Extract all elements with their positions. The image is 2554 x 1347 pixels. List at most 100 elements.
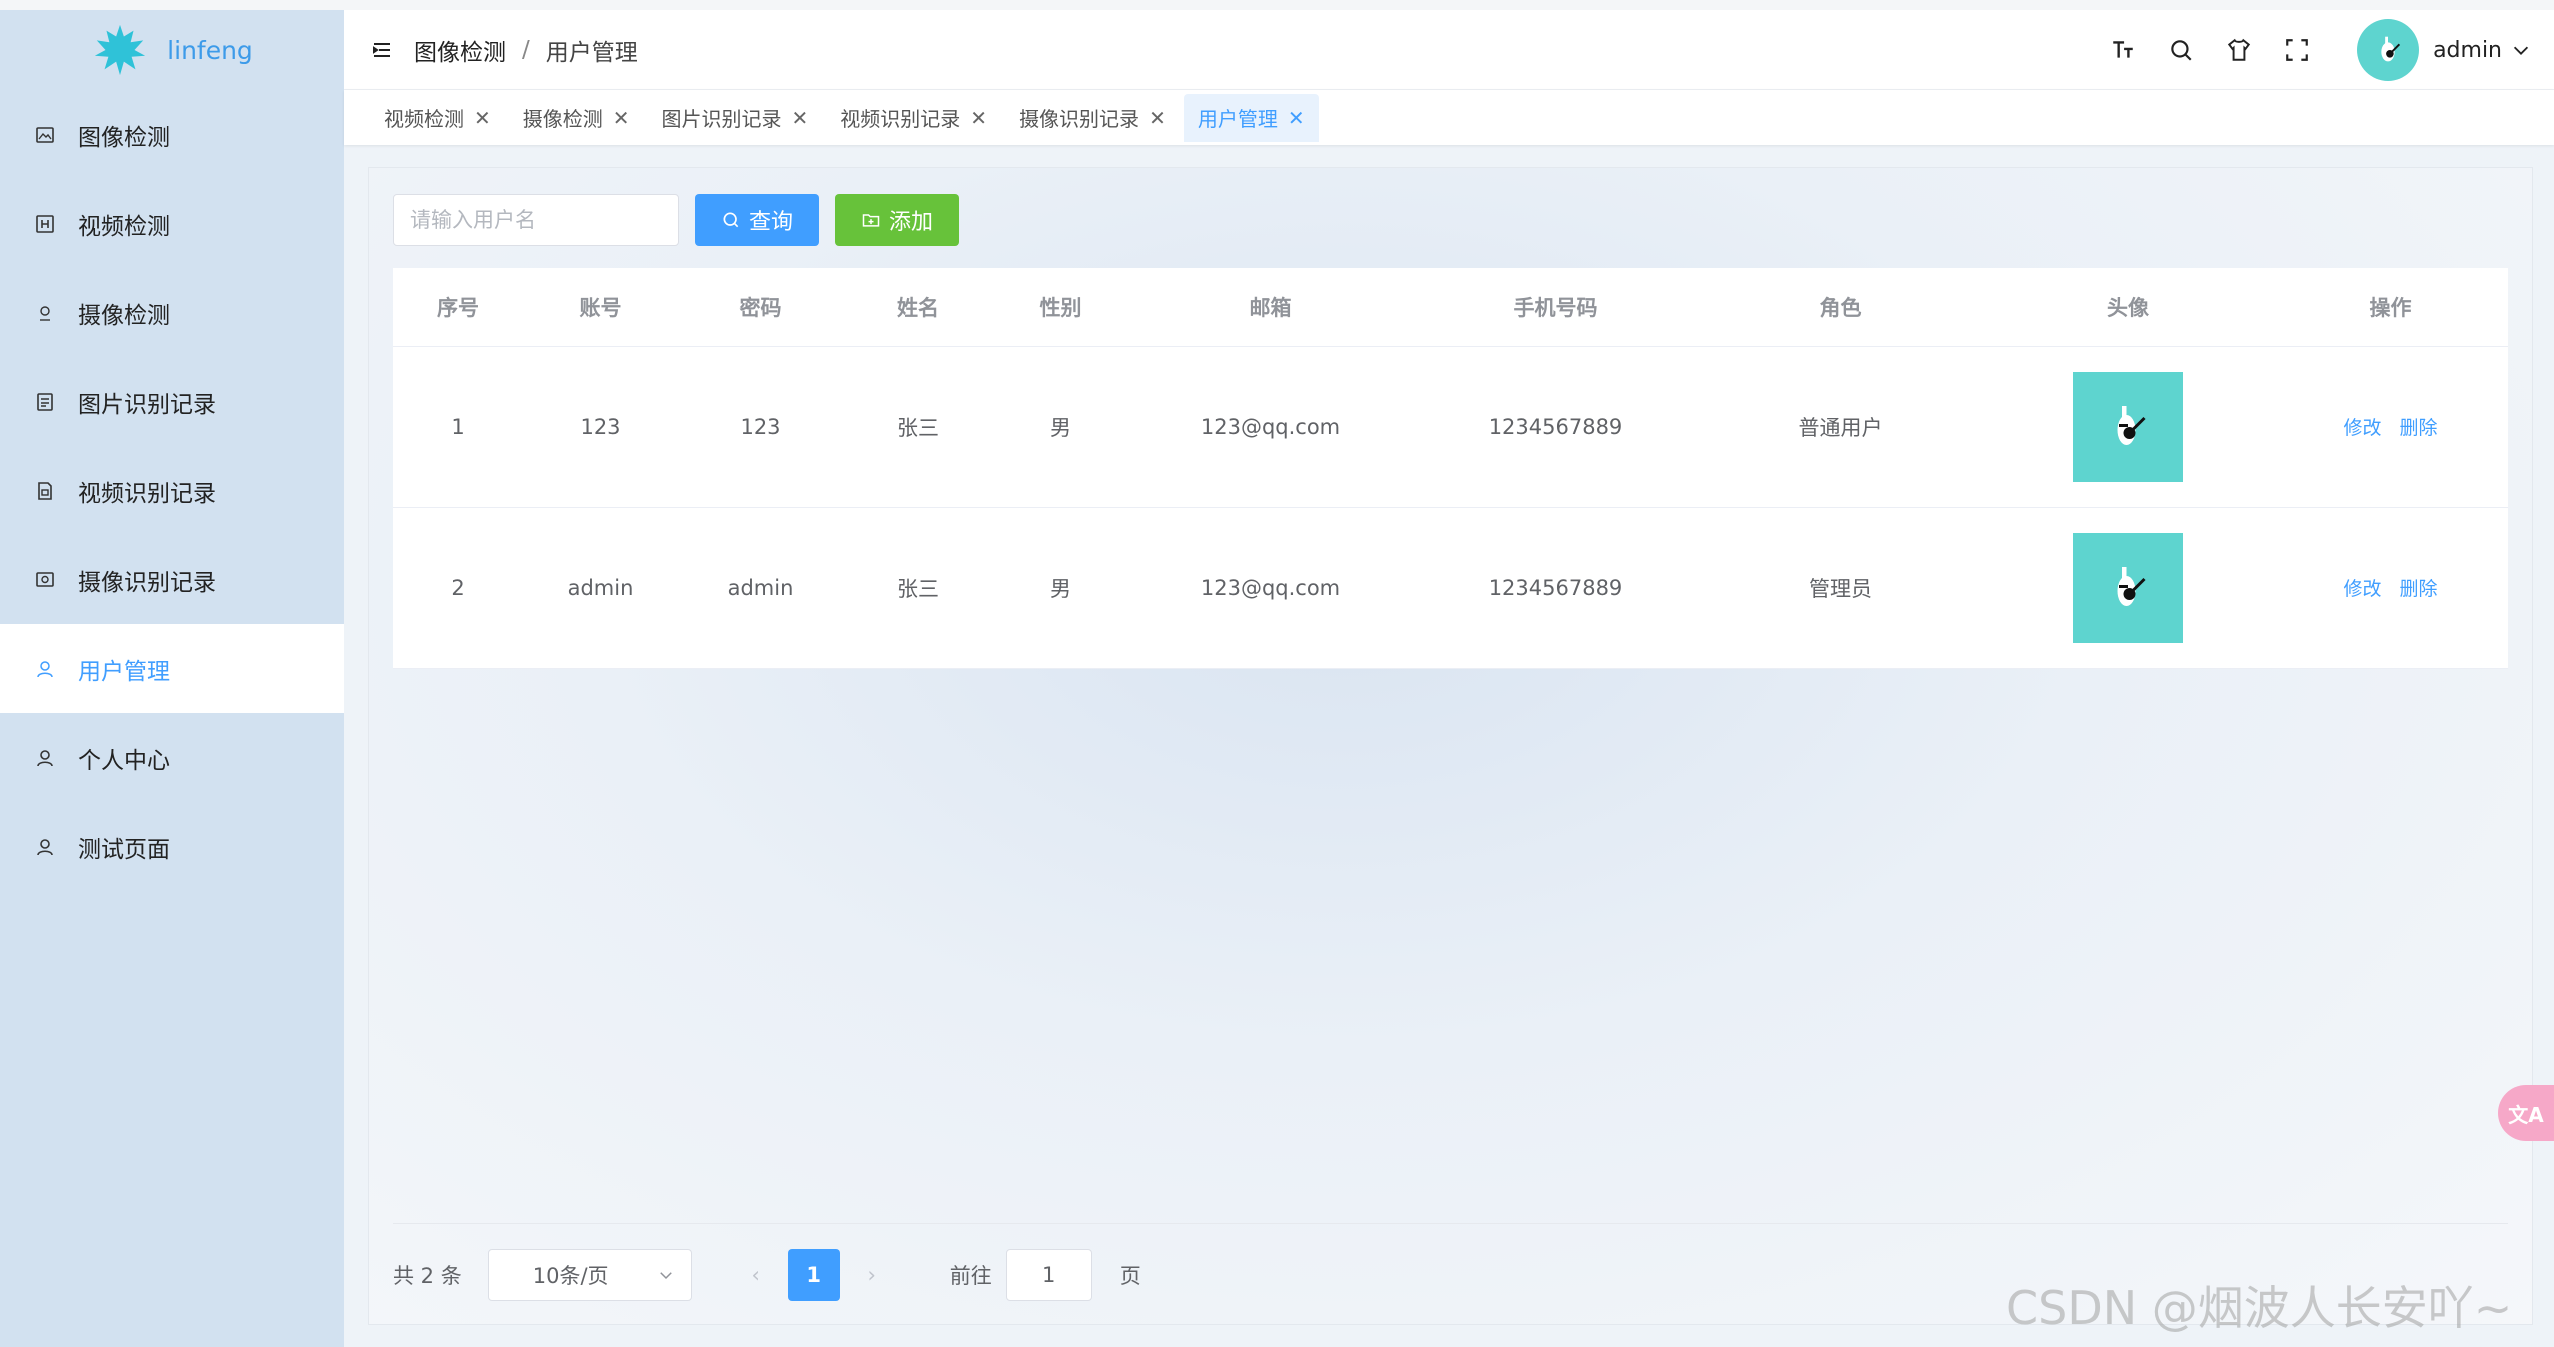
sidebar-item-personal-center[interactable]: 个人中心 (0, 713, 344, 802)
cell-name: 张三 (843, 507, 993, 669)
tab-image-records[interactable]: 图片识别记录 ✕ (648, 94, 823, 142)
cell-role: 管理员 (1698, 507, 1983, 669)
cell-role: 普通用户 (1698, 346, 1983, 508)
maple-leaf-logo-icon (95, 24, 146, 76)
breadcrumb-separator: / (522, 36, 530, 63)
close-icon[interactable]: ✕ (792, 106, 809, 130)
sidebar-item-user-management[interactable]: 用户管理 (0, 624, 344, 713)
sidebar-item-label: 用户管理 (78, 658, 170, 685)
document-icon (34, 391, 56, 413)
delete-link[interactable]: 删除 (2400, 413, 2438, 440)
menu-toggle-icon[interactable] (368, 36, 396, 64)
translate-icon[interactable]: 文A (2498, 1085, 2554, 1141)
cell-actions: 修改 删除 (2273, 346, 2508, 508)
column-header: 头像 (1983, 268, 2273, 347)
user-icon (34, 747, 56, 769)
cell-name: 张三 (843, 346, 993, 508)
page-suffix: 页 (1119, 1264, 1141, 1288)
users-table: 序号 账号 密码 姓名 性别 邮箱 手机号码 角色 头像 操作 1 123 12… (393, 268, 2508, 669)
breadcrumb: 图像检测 / 用户管理 (414, 33, 638, 67)
next-page-icon[interactable]: › (846, 1249, 898, 1301)
tab-label: 用户管理 (1197, 107, 1278, 131)
query-button-label: 查询 (748, 210, 793, 235)
avatar-image[interactable] (2073, 532, 2183, 643)
add-button[interactable]: 添加 (835, 194, 959, 246)
close-icon[interactable]: ✕ (474, 106, 491, 130)
tags-view: 视频检测 ✕ 摄像检测 ✕ 图片识别记录 ✕ 视频识别记录 ✕ 摄像识别记录 ✕… (344, 90, 2554, 145)
tab-video-detection[interactable]: 视频检测 ✕ (370, 94, 505, 142)
column-header: 操作 (2273, 268, 2508, 347)
top-strip (0, 0, 2554, 10)
cell-actions: 修改 删除 (2273, 507, 2508, 669)
column-header: 密码 (678, 268, 843, 347)
sidebar-item-label: 图像检测 (78, 124, 170, 151)
column-header: 账号 (523, 268, 678, 347)
close-icon[interactable]: ✕ (613, 106, 630, 130)
cell-index: 2 (393, 507, 523, 669)
sidebar-item-image-records[interactable]: 图片识别记录 (0, 357, 344, 446)
cell-password: 123 (678, 346, 843, 508)
header-actions: admin (2103, 10, 2554, 90)
page-size-select[interactable]: 10条/页 (487, 1249, 692, 1301)
search-icon (723, 212, 739, 228)
cell-account: 123 (523, 346, 678, 508)
fullscreen-icon[interactable] (2277, 30, 2317, 70)
sidebar-item-test-page[interactable]: 测试页面 (0, 802, 344, 891)
column-header: 姓名 (843, 268, 993, 347)
cell-gender: 男 (993, 346, 1128, 508)
shirt-theme-icon[interactable] (2219, 30, 2259, 70)
user-menu[interactable]: admin (2357, 19, 2532, 81)
logo[interactable]: linfeng (0, 10, 344, 90)
cell-phone: 1234567889 (1413, 346, 1698, 508)
edit-link[interactable]: 修改 (2343, 574, 2381, 601)
close-icon[interactable]: ✕ (1149, 106, 1166, 130)
tab-label: 视频检测 (384, 107, 464, 131)
column-header: 序号 (393, 268, 523, 347)
chevron-down-icon (2513, 46, 2529, 55)
tab-camera-detection[interactable]: 摄像检测 ✕ (509, 94, 644, 142)
pagination-total: 共 2 条 (393, 1264, 462, 1288)
app-name: linfeng (167, 35, 253, 65)
prev-page-icon[interactable]: ‹ (730, 1249, 782, 1301)
tab-video-records[interactable]: 视频识别记录 ✕ (826, 94, 1001, 142)
video-icon (34, 213, 56, 235)
toolbar: 查询 添加 (393, 194, 959, 246)
add-button-label: 添加 (888, 210, 933, 235)
font-size-icon[interactable] (2103, 30, 2143, 70)
edit-link[interactable]: 修改 (2343, 413, 2381, 440)
screen-icon (34, 569, 56, 591)
sidebar-item-camera-detection[interactable]: 摄像检测 (0, 268, 344, 357)
page-number-current[interactable]: 1 (787, 1249, 840, 1301)
cell-password: admin (678, 507, 843, 669)
tab-label: 摄像检测 (522, 107, 603, 131)
sidebar-item-label: 图片识别记录 (78, 391, 216, 418)
sidebar-item-image-detection[interactable]: 图像检测 (0, 90, 344, 179)
search-icon[interactable] (2161, 30, 2201, 70)
watermark: CSDN @烟波人长安吖~ (2006, 1281, 2513, 1335)
tab-camera-records[interactable]: 摄像识别记录 ✕ (1005, 94, 1180, 142)
goto-page-input[interactable] (1005, 1249, 1092, 1301)
sidebar-item-camera-records[interactable]: 摄像识别记录 (0, 535, 344, 624)
avatar (2357, 19, 2420, 81)
sidebar-item-label: 摄像检测 (78, 302, 170, 329)
breadcrumb-item[interactable]: 图像检测 (414, 33, 506, 67)
column-header: 性别 (993, 268, 1128, 347)
user-icon (34, 658, 56, 680)
tab-user-management[interactable]: 用户管理 ✕ (1183, 93, 1319, 142)
close-icon[interactable]: ✕ (1288, 106, 1305, 130)
cell-avatar (1983, 507, 2273, 669)
content-card: 查询 添加 序号 账号 密码 姓名 性别 邮箱 手机号码 角色 头像 操作 (368, 167, 2533, 1325)
cell-email: 123@qq.com (1128, 507, 1413, 669)
avatar-image[interactable] (2073, 371, 2183, 482)
table-row: 2 admin admin 张三 男 123@qq.com 1234567889… (393, 507, 2508, 669)
sidebar-item-video-detection[interactable]: 视频检测 (0, 179, 344, 268)
close-icon[interactable]: ✕ (970, 106, 987, 130)
sidebar-item-label: 摄像识别记录 (78, 569, 216, 596)
delete-link[interactable]: 删除 (2400, 574, 2438, 601)
tab-label: 视频识别记录 (840, 107, 961, 131)
username-search-input[interactable] (393, 194, 679, 246)
tab-label: 摄像识别记录 (1019, 107, 1140, 131)
query-button[interactable]: 查询 (695, 194, 819, 246)
sidebar-item-video-records[interactable]: 视频识别记录 (0, 446, 344, 535)
cell-account: admin (523, 507, 678, 669)
